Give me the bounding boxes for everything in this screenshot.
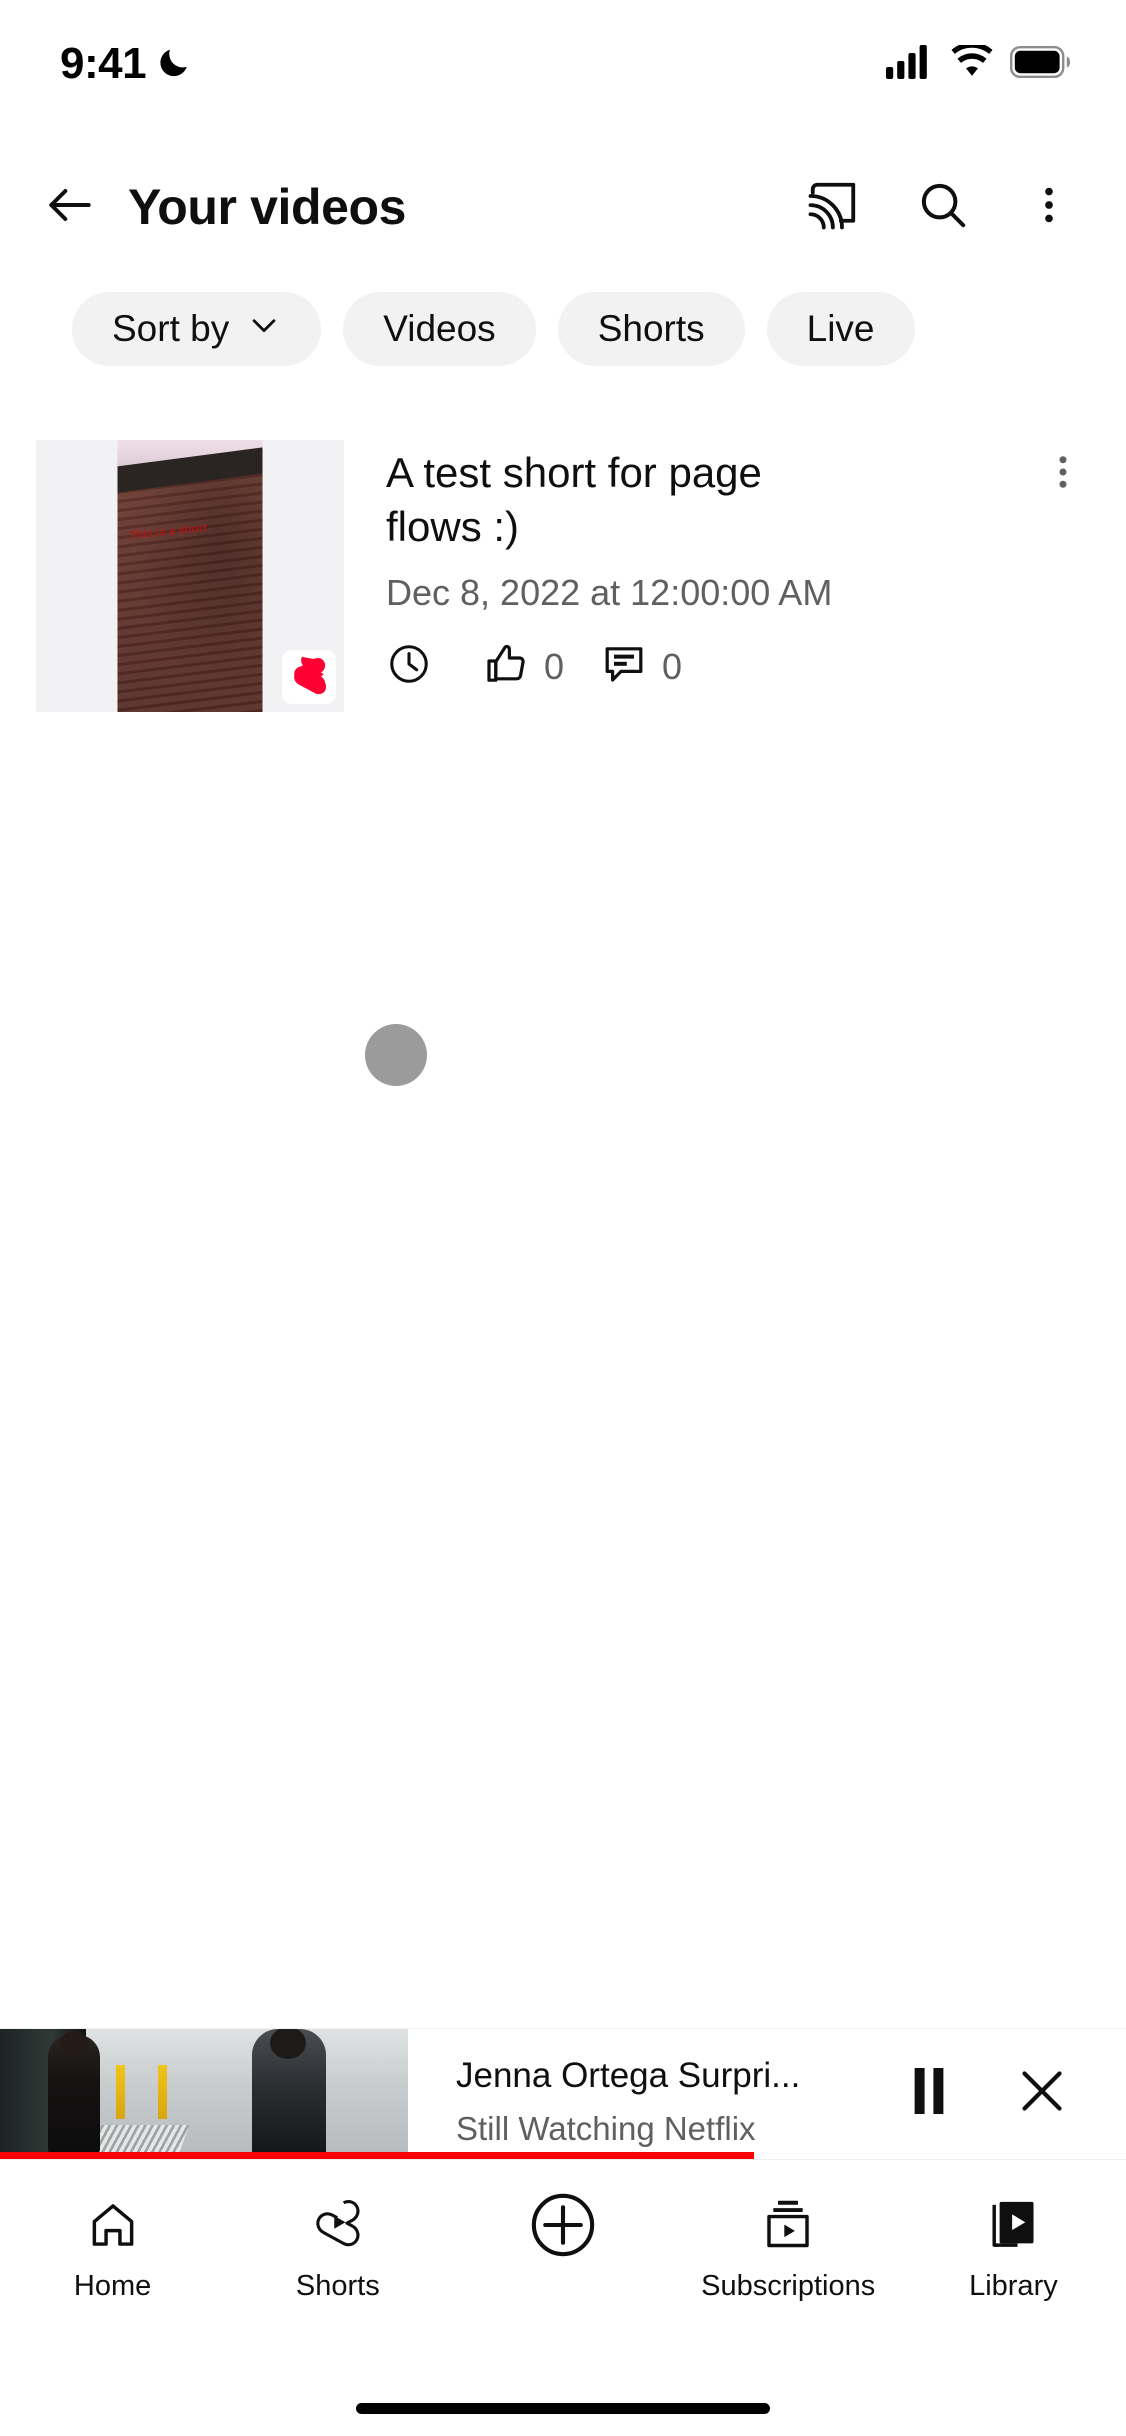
chip-live[interactable]: Live <box>766 292 915 366</box>
home-indicator <box>356 2403 770 2414</box>
nav-label: Shorts <box>295 2270 380 2302</box>
chip-label: Live <box>806 308 875 349</box>
thumbs-up-icon <box>482 640 530 693</box>
app-screen: 9:41 Your videos Sort by Videos Shorts L… <box>0 0 1126 2436</box>
close-icon <box>1014 2063 1070 2124</box>
close-button[interactable] <box>1014 2063 1070 2124</box>
status-bar-right <box>886 42 1072 84</box>
pause-icon <box>906 2064 952 2123</box>
app-header: Your videos <box>0 152 1126 262</box>
mini-player-title: Jenna Ortega Surpri... <box>456 2055 801 2095</box>
chip-sort-by[interactable]: Sort by <box>72 292 322 366</box>
stat-visibility <box>386 641 446 692</box>
video-overflow-button[interactable] <box>1022 440 1098 501</box>
stat-comments: 0 <box>600 640 682 693</box>
wifi-icon <box>950 42 994 84</box>
mini-player-controls <box>896 2029 1126 2158</box>
chip-label: Sort by <box>112 308 230 349</box>
shorts-badge <box>282 650 336 704</box>
pause-button[interactable] <box>906 2064 952 2123</box>
back-arrow-icon <box>42 177 98 238</box>
cast-button[interactable] <box>806 178 860 237</box>
more-vertical-icon <box>1026 179 1072 236</box>
loading-spinner <box>365 1024 427 1086</box>
cellular-signal-icon <box>886 44 934 84</box>
shorts-logo-icon <box>292 656 327 699</box>
mp-bollard <box>158 2065 167 2119</box>
nav-label: Library <box>969 2270 1058 2302</box>
battery-full-icon <box>1010 45 1072 83</box>
video-list-item[interactable]: This is a short A test short for page fl… <box>0 440 1126 722</box>
home-icon <box>87 2194 139 2256</box>
more-vertical-icon <box>1042 448 1084 501</box>
mini-player-thumbnail[interactable] <box>0 2029 408 2159</box>
nav-label: Subscriptions <box>701 2270 876 2302</box>
video-stats-row: 0 0 <box>386 640 1098 693</box>
stat-value: 0 <box>544 645 565 687</box>
nav-label: Home <box>73 2270 152 2302</box>
stat-value: 0 <box>662 645 683 687</box>
clock-icon <box>386 641 432 692</box>
status-time: 9:41 <box>60 39 147 88</box>
header-overflow-button[interactable] <box>1026 179 1072 236</box>
create-plus-icon <box>525 2193 601 2257</box>
chevron-down-icon <box>247 308 281 351</box>
nav-item-library[interactable]: Library <box>901 2160 1126 2303</box>
thumbnail-image: This is a short <box>117 440 263 712</box>
video-date: Dec 8, 2022 at 12:00:00 AM <box>386 572 833 613</box>
status-bar: 9:41 <box>0 0 1126 100</box>
comment-icon <box>600 640 648 693</box>
cast-icon <box>806 178 860 237</box>
nav-item-home[interactable]: Home <box>0 2160 225 2303</box>
library-icon <box>987 2194 1039 2256</box>
thumbnail-wall <box>117 470 263 712</box>
mini-player-progress-fill <box>0 2152 755 2159</box>
chip-label: Videos <box>383 308 496 349</box>
shorts-icon <box>312 2194 364 2256</box>
mp-bollard <box>116 2065 125 2119</box>
video-metadata: A test short for page flows :) Dec 8, 20… <box>344 440 1126 722</box>
chip-videos[interactable]: Videos <box>343 292 536 366</box>
header-actions <box>806 178 1082 237</box>
chip-shorts[interactable]: Shorts <box>557 292 745 366</box>
nav-item-subscriptions[interactable]: Subscriptions <box>676 2160 901 2303</box>
page-title: Your videos <box>128 179 407 235</box>
video-title: A test short for page flows :) <box>386 449 762 550</box>
nav-item-shorts[interactable]: Shorts <box>225 2160 450 2303</box>
subscriptions-icon <box>762 2194 814 2256</box>
crescent-moon-icon <box>156 44 192 85</box>
video-title-row: A test short for page flows :) <box>386 440 1098 554</box>
mp-person-right <box>252 2029 326 2159</box>
video-thumbnail[interactable]: This is a short <box>36 440 344 712</box>
filter-chip-row: Sort by Videos Shorts Live <box>0 286 1126 372</box>
chip-label: Shorts <box>597 308 705 349</box>
status-bar-left: 9:41 <box>60 39 192 89</box>
bottom-navigation: Home Shorts Subscriptions Library <box>0 2159 1126 2359</box>
stat-likes: 0 <box>482 640 564 693</box>
mini-player-info[interactable]: Jenna Ortega Surpri... Still Watching Ne… <box>408 2029 896 2158</box>
mini-player-channel: Still Watching Netflix <box>456 2109 756 2147</box>
back-button[interactable] <box>42 177 120 238</box>
mini-player[interactable]: Jenna Ortega Surpri... Still Watching Ne… <box>0 2028 1126 2159</box>
mini-player-progress-track[interactable] <box>0 2152 1126 2159</box>
mp-person-left <box>48 2031 100 2155</box>
mp-grate <box>90 2125 190 2155</box>
nav-item-create[interactable] <box>450 2160 675 2270</box>
search-icon <box>916 178 970 237</box>
search-button[interactable] <box>916 178 970 237</box>
